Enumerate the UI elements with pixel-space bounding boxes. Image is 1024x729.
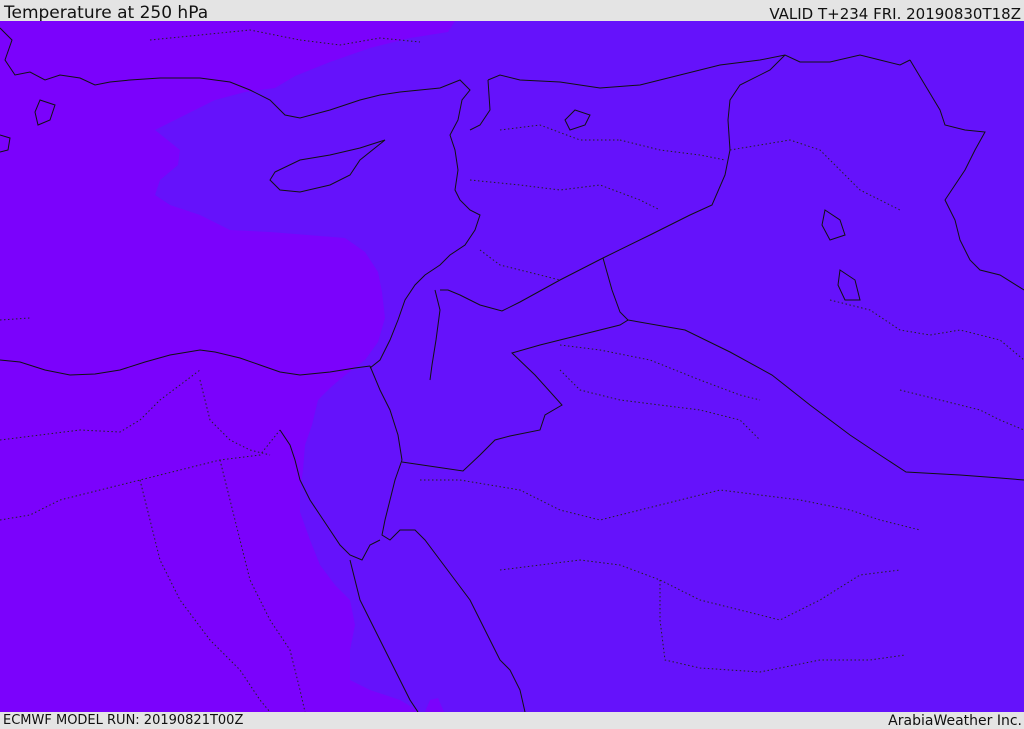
map-canvas xyxy=(0,21,1024,712)
credit-label: ArabiaWeather Inc. xyxy=(888,713,1022,729)
map-title: Temperature at 250 hPa xyxy=(4,3,209,23)
footer-bar: ECMWF MODEL RUN: 20190821T00Z ArabiaWeat… xyxy=(0,712,1024,729)
header-bar: Temperature at 250 hPa VALID T+234 FRI. … xyxy=(0,0,1024,23)
temperature-map xyxy=(0,21,1024,712)
model-run-label: ECMWF MODEL RUN: 20190821T00Z xyxy=(3,713,244,728)
